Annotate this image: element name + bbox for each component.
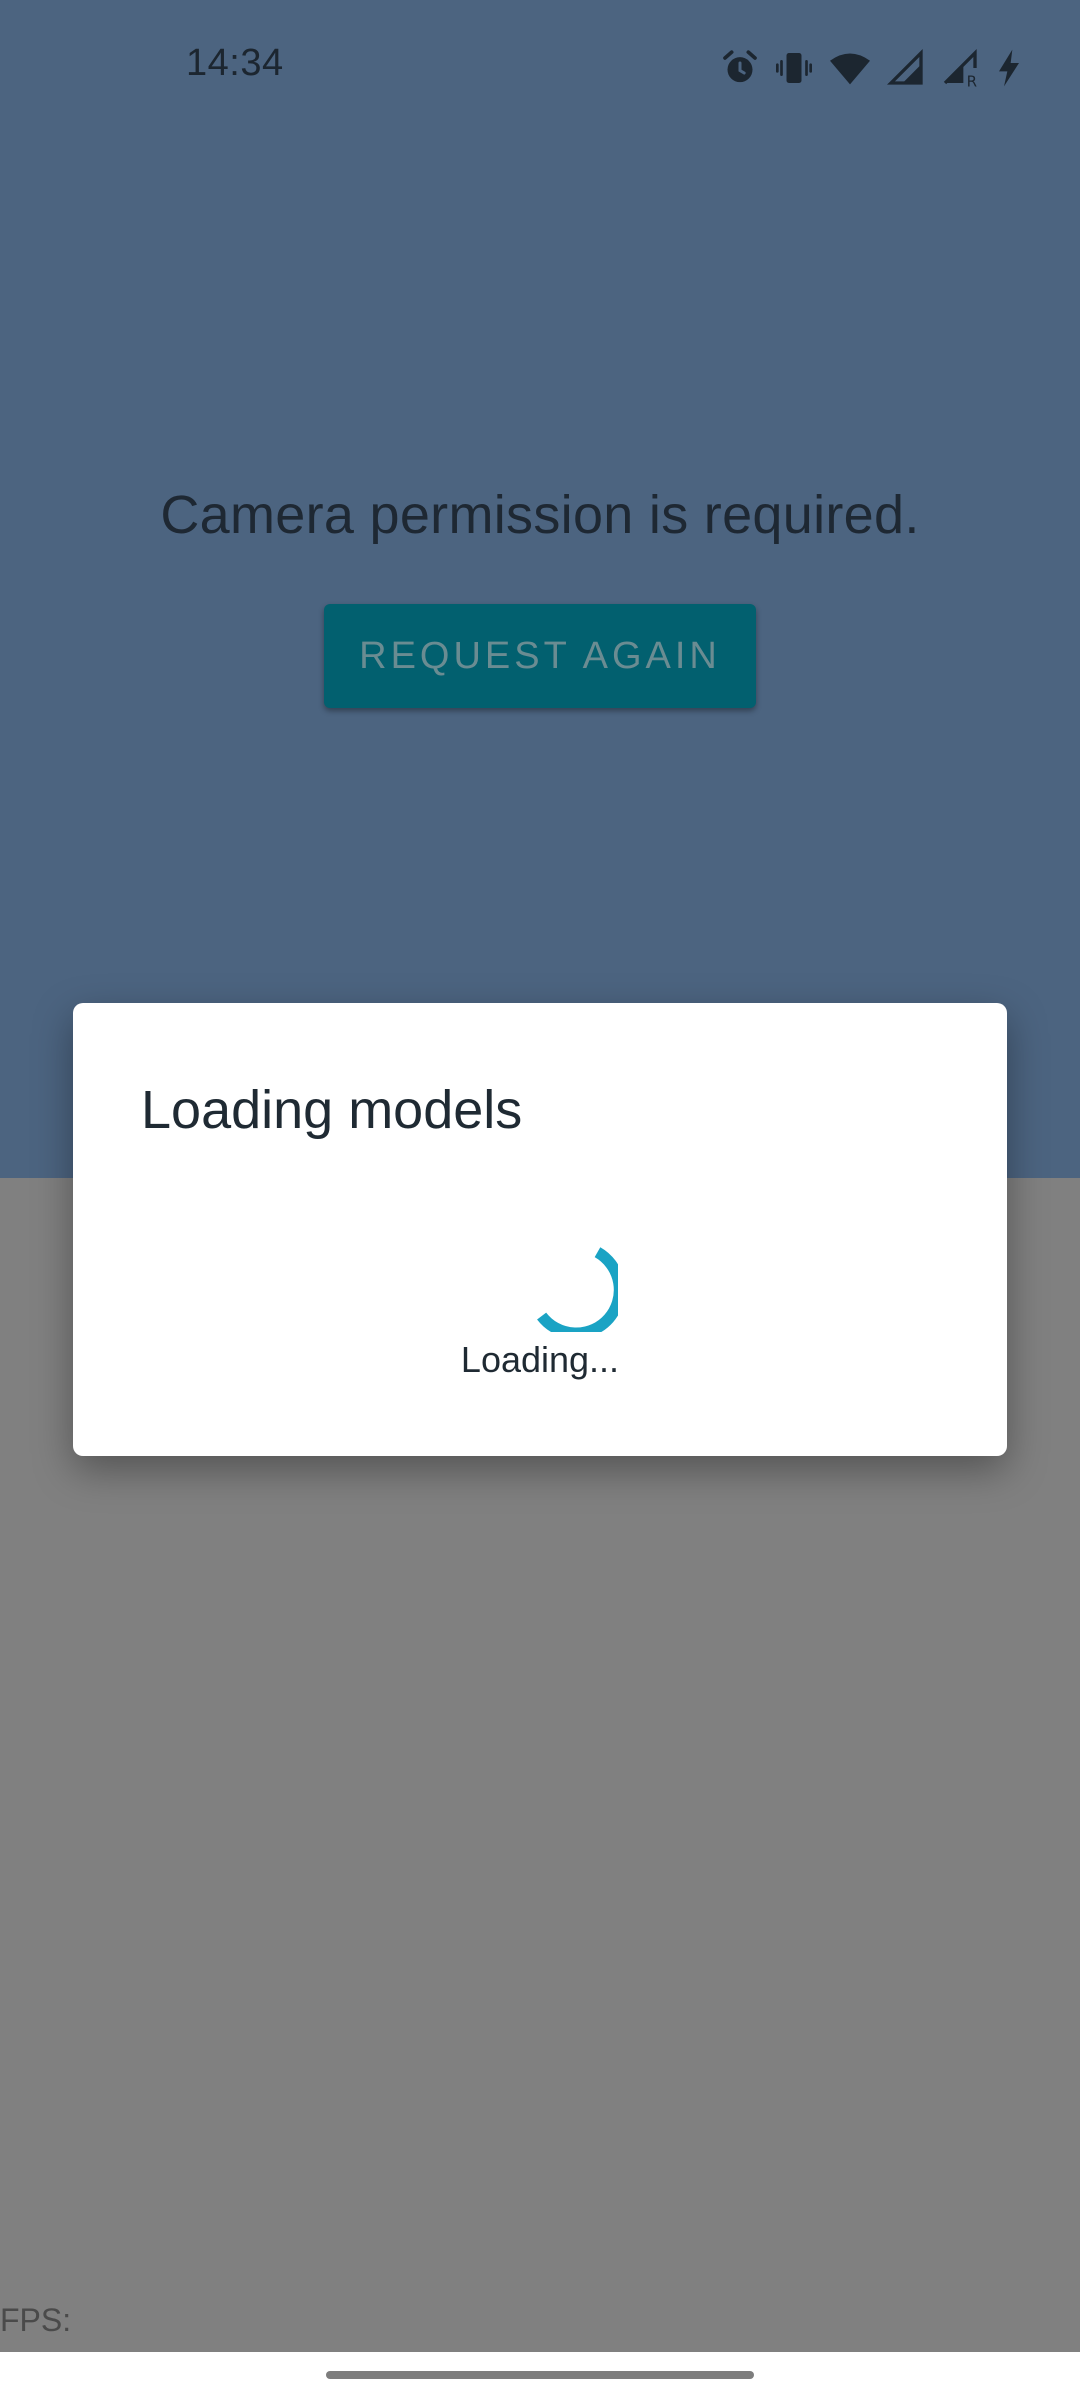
permission-panel [0, 0, 1080, 1178]
status-icons: R [720, 44, 1024, 92]
charging-icon [994, 48, 1024, 88]
loading-spinner-icon [537, 1247, 618, 1332]
request-again-button[interactable]: REQUEST AGAIN [324, 604, 756, 708]
loading-dialog: Loading models Loading... [73, 1003, 1007, 1456]
loading-text: Loading... [460, 1339, 620, 1380]
gesture-handle[interactable] [326, 2371, 754, 2379]
signal-roaming-icon: R [940, 48, 980, 88]
status-time: 14:34 [186, 42, 284, 84]
app-root: 14:34 R Camera permission is required. R… [0, 0, 1080, 2400]
fps-label: FPS: [0, 2302, 72, 2338]
signal-icon [886, 48, 926, 88]
wifi-icon [828, 48, 872, 88]
vibrate-icon [774, 48, 814, 88]
dialog-title: Loading models [141, 1080, 523, 1140]
svg-text:R: R [967, 72, 977, 88]
alarm-icon [720, 48, 760, 88]
permission-message: Camera permission is required. [160, 485, 920, 545]
